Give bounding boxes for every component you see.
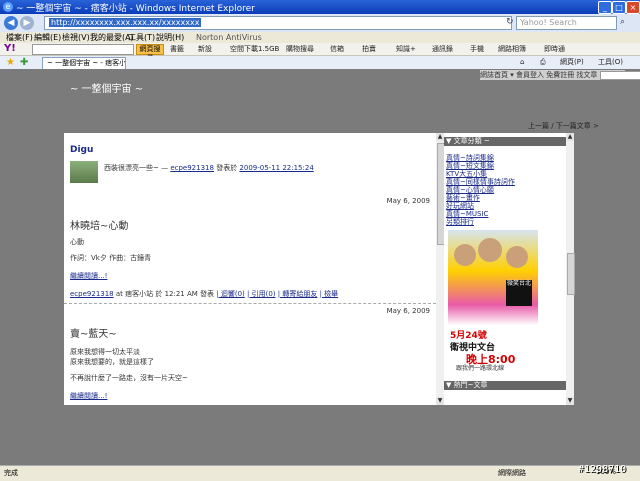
scroll-up-icon[interactable]: ▲ [566,133,574,141]
comment-mid: 發表於 [213,164,240,172]
ie-logo-icon: e [3,2,13,12]
address-input[interactable]: http://xxxxxxxx.xxx.xxx.xx/xxxxxxxx [44,16,512,30]
ad-slogan: 跟我們一路環北線 [456,365,505,372]
main-scrollbar[interactable]: ▲ ▼ [436,133,445,405]
print-icon[interactable]: ⎙ [540,56,546,69]
read-more-link[interactable]: 繼續閱讀...! [70,271,107,281]
blog-title[interactable]: ~ 一整個宇宙 ~ [70,80,143,95]
toolbar-mail[interactable]: 信箱 [330,43,344,55]
ad-person-image [454,244,476,266]
refresh-icon[interactable]: ↻ [506,17,514,27]
post-body-line: 不再說什麼了一路走，沒有一片天空~ [70,374,188,382]
sidebar-header: ▼ 熱門~文章 [444,381,566,390]
search-input[interactable]: Yahoo! Search [516,16,617,30]
comment-text: 西裝很漂亮一些~ — [104,164,171,172]
post-title[interactable]: 賣~藍天~ [70,325,117,340]
toolbar-contacts[interactable]: 通訊錄 [432,43,453,55]
toolbar-auction[interactable]: 拍賣 [362,43,376,55]
avatar[interactable] [70,161,98,183]
post-body-line: 原來我想得一切太平淡 [70,348,140,356]
ad-person-image [478,238,502,262]
tab-bar: ★ ✚ ~ 一整個宇宙 ~ - 痞客小站 ⌂ ⎙ 網頁(P) 工具(O) [0,56,640,70]
tv-ad-banner[interactable]: 微笑台北 5月24號 衛視中文台 晚上8:00 跟我們一路環北線 [448,230,538,372]
toolbar-shopping[interactable]: 購物搜尋 [286,43,314,55]
post-body-line: 作詞：Vk夕 作曲：古鐘青 [70,254,152,262]
post-navigation[interactable]: 上一篇 / 下一篇文章 > [528,121,599,131]
address-url: http://xxxxxxxx.xxx.xxx.xx/xxxxxxxx [49,18,202,27]
post-footer-text: at 痞客小站 於 12:21 AM 發表 [113,290,215,298]
title-bar: e ~ 一整個宇宙 ~ - 痞客小站 - Windows Internet Ex… [0,0,640,14]
search-icon[interactable]: ⌕ [620,17,625,27]
menu-view[interactable]: 檢視(V) [62,32,90,43]
post-title[interactable]: 林曉培~心動 [70,217,128,232]
post-date: May 6, 2009 [386,307,430,315]
close-button[interactable]: × [626,1,640,14]
toolbar-answers[interactable]: 知識+ [396,43,416,55]
toolbar-bookmarks[interactable]: 書籤 [170,43,184,55]
scroll-thumb[interactable] [567,253,575,295]
scroll-down-icon[interactable]: ▼ [436,397,444,405]
comment-time-link[interactable]: 2009-05-11 22:15:24 [239,164,313,172]
sidebar-scrollbar[interactable]: ▲ ▼ [566,133,575,405]
page-content: 網誌首頁 ▾ 會員登入 免費註冊 找文章 ~ 一整個宇宙 ~ 上一篇 / 下一篇… [0,69,640,461]
comments-link[interactable]: | 迴響(0) [216,290,245,298]
toolbar-photos[interactable]: 網路相簿 [498,43,526,55]
tools-menu[interactable]: 工具(O) [598,56,623,69]
post-date: May 6, 2009 [386,197,430,205]
status-text: 完成 [4,469,18,477]
favorites-star-icon[interactable]: ★ [6,57,15,68]
page-menu[interactable]: 網頁(P) [560,56,584,69]
main-panel: Digu 西裝很漂亮一些~ — ecpe921318 發表於 2009-05-1… [64,133,436,405]
menu-help[interactable]: 說明(H) [156,32,184,43]
menu-file[interactable]: 檔案(F) [6,32,33,43]
address-toolbar: ◀ ▶ http://xxxxxxxx.xxx.xxx.xx/xxxxxxxx … [0,14,640,32]
sidebar-header: ▼ 文章分類 ~ [444,137,566,146]
add-favorite-icon[interactable]: ✚ [20,57,28,68]
post-footer: ecpe921318 at 痞客小站 於 12:21 AM 發表 | 迴響(0)… [70,289,338,299]
toolbar-new[interactable]: 新設 [198,43,212,55]
home-icon[interactable]: ⌂ [520,56,524,69]
yahoo-toolbar: Y! 網頁搜尋 書籤 新設 空間下載1.5GB 購物搜尋 信箱 拍賣 知識+ 通… [0,43,640,62]
forward-arrow-icon[interactable]: ▶ [20,16,34,30]
divider [64,303,436,304]
post-author-link[interactable]: ecpe921318 [70,290,114,298]
maximize-button[interactable]: □ [612,1,626,14]
ad-badge: 微笑台北 [506,280,532,306]
internet-zone[interactable]: 網際網路 [498,468,526,478]
toolbar-messenger[interactable]: 即時通 [544,43,565,55]
menu-edit[interactable]: 編輯(E) [34,32,61,43]
post-body-line: 原來我想要的，就是這樣了 [70,358,154,366]
watermark: #1298710 [578,464,627,475]
forward-link[interactable]: | 轉寄給朋友 [278,290,318,298]
trackback-link[interactable]: | 引用(0) [247,290,276,298]
blog-top-bar: 網誌首頁 ▾ 會員登入 免費註冊 找文章 [480,70,640,80]
norton-antivirus[interactable]: Norton AntiVirus [196,32,262,43]
blog-top-links[interactable]: 網誌首頁 ▾ 會員登入 免費註冊 找文章 [480,71,597,79]
yahoo-search-button[interactable]: 網頁搜尋 [136,44,164,62]
minimize-button[interactable]: _ [598,1,612,14]
comment-user-link[interactable]: ecpe921318 [170,164,214,172]
ad-person-image [506,246,528,268]
comment-line: 西裝很漂亮一些~ — ecpe921318 發表於 2009-05-11 22:… [104,163,314,173]
sidebar-link[interactable]: 另類排行 [446,217,474,227]
menu-tools[interactable]: 工具(T) [128,32,155,43]
comment-author[interactable]: Digu [70,145,93,155]
scroll-down-icon[interactable]: ▼ [566,397,574,405]
yahoo-logo[interactable]: Y! [4,43,16,55]
window-title: ~ 一整個宇宙 ~ - 痞客小站 - Windows Internet Expl… [16,4,255,14]
report-link[interactable]: | 檢舉 [320,290,339,298]
sidebar: ▼ 文章分類 ~ 真情~詩詞集錦 真情~短文集錦 KTV大五小集 真情~同樣情事… [444,133,566,405]
read-more-link[interactable]: 繼續閱讀...! [70,391,107,401]
back-arrow-icon[interactable]: ◀ [4,16,18,30]
toolbar-mobile[interactable]: 手機 [470,43,484,55]
post-body-line: 心動 [70,238,84,246]
scroll-up-icon[interactable]: ▲ [436,133,444,141]
toolbar-storage[interactable]: 空間下載1.5GB [230,43,279,55]
blog-search-input[interactable] [599,70,640,80]
menu-bar: 檔案(F) 編輯(E) 檢視(V) 我的最愛(A) 工具(T) 說明(H) No… [0,32,640,43]
yahoo-search-input[interactable] [32,44,134,55]
status-bar: 完成 網際網路 100% [0,465,640,481]
